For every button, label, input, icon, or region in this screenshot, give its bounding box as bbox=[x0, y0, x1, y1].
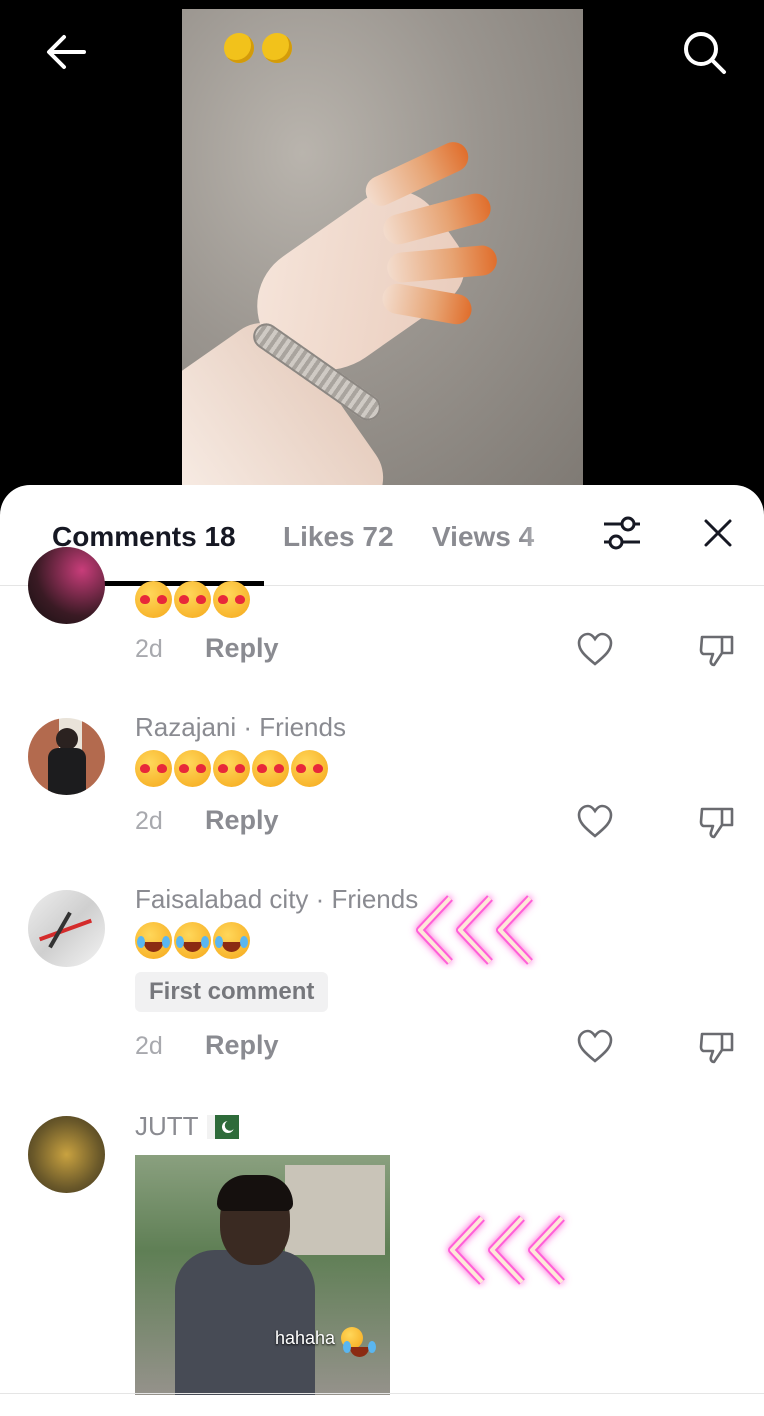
smiley-sticker-icon bbox=[224, 33, 254, 63]
gif-person-hair bbox=[217, 1175, 293, 1211]
reply-button[interactable]: Reply bbox=[205, 1030, 279, 1061]
smiling-hearts-emoji-icon bbox=[174, 581, 211, 618]
comment-username[interactable]: JUTT bbox=[135, 1111, 239, 1142]
video-thumbnail[interactable] bbox=[182, 9, 583, 489]
smiling-hearts-emoji-icon bbox=[135, 581, 172, 618]
comment-text-emojis bbox=[135, 750, 328, 787]
gif-caption: hahaha bbox=[275, 1327, 370, 1357]
thumbs-down-icon[interactable] bbox=[698, 1028, 736, 1066]
reply-button[interactable]: Reply bbox=[205, 633, 279, 664]
glowing-chevrons-overlay-icon bbox=[448, 1215, 565, 1285]
avatar-person bbox=[56, 728, 78, 750]
comment-username[interactable]: Faisalabad city · Friends bbox=[135, 884, 418, 915]
gif-caption-text: hahaha bbox=[275, 1327, 336, 1348]
comment-time: 2d bbox=[135, 1032, 163, 1060]
search-button[interactable] bbox=[678, 26, 730, 78]
shush-sticker-icon bbox=[262, 33, 292, 63]
comment-text-emojis bbox=[135, 581, 250, 618]
tears-of-joy-emoji-icon bbox=[135, 922, 172, 959]
heart-icon[interactable] bbox=[576, 631, 614, 669]
avatar[interactable] bbox=[28, 718, 105, 795]
smiling-hearts-emoji-icon bbox=[135, 750, 172, 787]
username-text: JUTT bbox=[135, 1111, 199, 1141]
comment-item: Razajani · Friends 2d Reply bbox=[0, 695, 764, 875]
first-comment-badge: First comment bbox=[135, 972, 329, 1012]
tears-of-joy-emoji-icon bbox=[341, 1327, 370, 1357]
glowing-chevrons-overlay-icon bbox=[416, 895, 533, 965]
comment-item: JUTT hahaha bbox=[0, 1090, 764, 1416]
video-player[interactable] bbox=[0, 0, 764, 500]
smiling-hearts-emoji-icon bbox=[213, 750, 250, 787]
tears-of-joy-emoji-icon bbox=[213, 922, 250, 959]
avatar-person-body bbox=[48, 748, 86, 795]
comment-item: 2d Reply bbox=[0, 485, 764, 695]
gif-comment-media[interactable]: hahaha bbox=[135, 1155, 390, 1395]
tears-of-joy-emoji-icon bbox=[174, 922, 211, 959]
smiling-hearts-emoji-icon bbox=[213, 581, 250, 618]
smiling-hearts-emoji-icon bbox=[252, 750, 289, 787]
bottom-divider bbox=[0, 1393, 764, 1394]
comment-time: 2d bbox=[135, 635, 163, 663]
avatar[interactable] bbox=[28, 1116, 105, 1193]
comment-time: 2d bbox=[135, 807, 163, 835]
avatar[interactable] bbox=[28, 547, 105, 624]
back-button[interactable] bbox=[40, 28, 92, 76]
gif-person-body bbox=[175, 1250, 315, 1395]
search-icon bbox=[684, 32, 726, 74]
reply-button[interactable]: Reply bbox=[205, 805, 279, 836]
comment-text-emojis bbox=[135, 922, 250, 959]
avatar[interactable] bbox=[28, 890, 105, 967]
smiling-hearts-emoji-icon bbox=[174, 750, 211, 787]
pakistan-flag-icon bbox=[206, 1114, 239, 1139]
thumbs-down-icon[interactable] bbox=[698, 631, 736, 669]
heart-icon[interactable] bbox=[576, 803, 614, 841]
comment-item: Faisalabad city · Friends First comment … bbox=[0, 875, 764, 1090]
gif-building bbox=[285, 1165, 385, 1255]
back-arrow-icon bbox=[47, 35, 86, 69]
thumbs-down-icon[interactable] bbox=[698, 803, 736, 841]
comments-sheet: Comments 18 Likes 72 Views 4 2d Reply Ra… bbox=[0, 485, 764, 1416]
comment-username[interactable]: Razajani · Friends bbox=[135, 712, 346, 743]
smiling-hearts-emoji-icon bbox=[291, 750, 328, 787]
heart-icon[interactable] bbox=[576, 1028, 614, 1066]
